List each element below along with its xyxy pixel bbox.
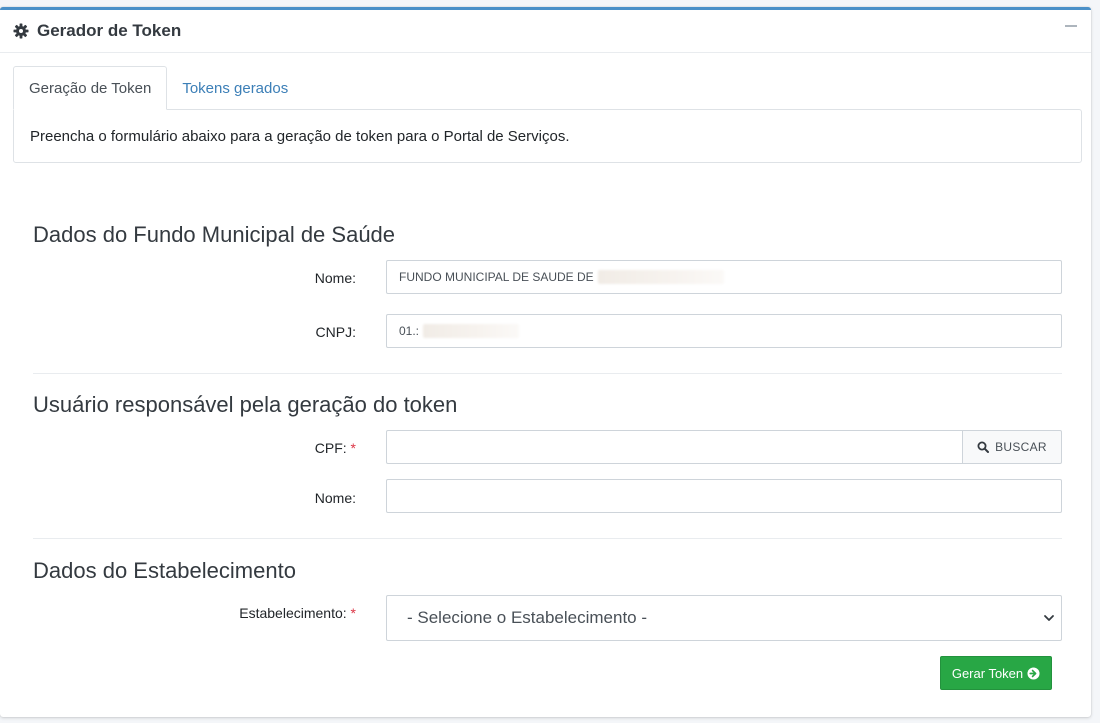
section-title-fundo: Dados do Fundo Municipal de Saúde	[33, 222, 396, 247]
arrow-circle-right-icon	[1027, 666, 1040, 680]
buscar-button[interactable]: BUSCAR	[962, 430, 1062, 464]
nome-usuario-label: Nome:	[314, 490, 356, 506]
card-title: Gerador de Token	[37, 21, 182, 40]
estabelecimento-selected: - Selecione o Estabelecimento -	[407, 608, 648, 627]
card-header: Gerador de Token	[0, 10, 1091, 53]
nome-fundo-label: Nome:	[314, 270, 356, 286]
tab-tokens-gerados[interactable]: Tokens gerados	[167, 66, 303, 110]
nome-fundo-field[interactable]: FUNDO MUNICIPAL DE SAUDE DE	[386, 260, 1062, 294]
gerar-token-label: Gerar Token	[951, 665, 1024, 681]
section-title-usuario: Usuário responsável pela geração do toke…	[33, 392, 458, 417]
estabelecimento-select[interactable]: - Selecione o Estabelecimento -	[386, 595, 1062, 641]
required-marker: *	[350, 440, 356, 456]
info-message: Preencha o formulário abaixo para a gera…	[13, 109, 1082, 163]
cnpj-field[interactable]: 01.:	[386, 314, 1062, 348]
estabelecimento-label: Estabelecimento: *	[200, 605, 356, 621]
tab-bar: Geração de Token Tokens gerados	[13, 66, 303, 110]
cpf-label-text: CPF:	[314, 440, 347, 456]
required-marker: *	[350, 605, 356, 621]
redacted-area	[597, 270, 724, 284]
collapse-button[interactable]	[1063, 20, 1077, 34]
info-text: Preencha o formulário abaixo para a gera…	[30, 127, 570, 145]
gerar-token-button[interactable]: Gerar Token	[940, 656, 1052, 690]
buscar-label: BUSCAR	[995, 440, 1047, 454]
token-generator-card: Gerador de Token Geração de Token Tokens…	[0, 7, 1091, 717]
gear-icon	[13, 23, 29, 39]
section-divider	[33, 373, 1062, 374]
section-title-estabelecimento: Dados do Estabelecimento	[33, 558, 296, 583]
nome-usuario-field[interactable]	[386, 479, 1062, 513]
cnpj-label: CNPJ:	[315, 324, 356, 340]
search-icon	[977, 441, 990, 453]
estabelecimento-label-text: Estabelecimento:	[239, 605, 347, 621]
cpf-label: CPF: *	[250, 440, 356, 456]
section-divider	[33, 538, 1062, 539]
nome-fundo-value: FUNDO MUNICIPAL DE SAUDE DE	[399, 270, 594, 284]
redacted-area	[423, 324, 520, 338]
cnpj-value: 01.:	[399, 324, 420, 338]
cpf-input[interactable]	[386, 430, 963, 464]
chevron-down-icon	[1044, 615, 1054, 621]
tab-geracao-de-token[interactable]: Geração de Token	[13, 66, 168, 110]
